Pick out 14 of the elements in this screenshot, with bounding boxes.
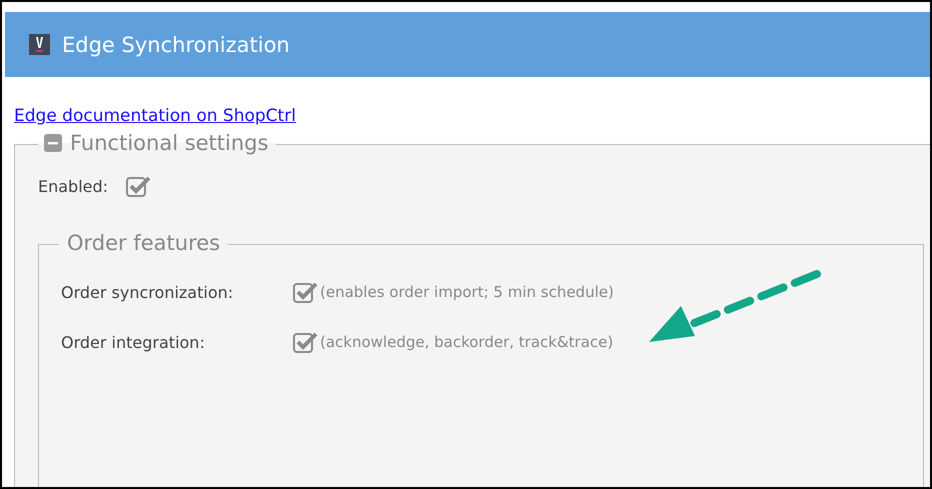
collapse-icon[interactable] xyxy=(44,134,62,152)
checkbox[interactable] xyxy=(293,280,318,304)
page-title: Edge Synchronization xyxy=(62,32,290,56)
field-label: Order syncronization: xyxy=(61,282,234,302)
section-legend: Order features xyxy=(67,231,220,255)
documentation-link[interactable]: Edge documentation on ShopCtrl xyxy=(14,106,296,126)
checkbox[interactable] xyxy=(126,175,152,198)
checkbox[interactable] xyxy=(293,330,318,354)
field-label: Order integration: xyxy=(61,332,206,352)
logo-icon xyxy=(29,34,50,55)
hint-text: (enables order import; 5 min schedule) xyxy=(320,283,614,301)
field-label: Enabled: xyxy=(38,177,108,196)
section-legend: Functional settings xyxy=(70,131,268,155)
hint-text: (acknowledge, backorder, track&trace) xyxy=(320,333,614,351)
